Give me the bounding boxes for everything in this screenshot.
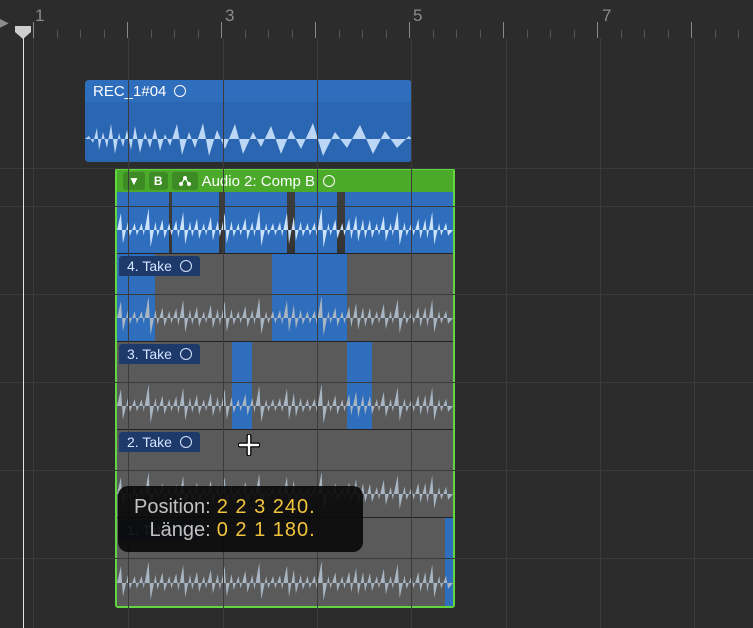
ruler-tick <box>174 30 175 38</box>
grid-line <box>411 38 412 628</box>
ruler-tick <box>339 30 340 38</box>
ruler-tick <box>80 30 81 38</box>
ruler-tick <box>409 22 410 38</box>
grid-line <box>600 38 601 628</box>
grid-line <box>506 38 507 628</box>
take-lane[interactable]: 3. Take <box>117 342 453 430</box>
ruler-tick <box>550 30 551 38</box>
waveform <box>117 562 453 604</box>
grid-line <box>0 558 753 559</box>
tooltip-length-label: Länge: <box>150 519 211 542</box>
comp-main-lane[interactable] <box>117 192 453 254</box>
take-lane[interactable]: 4. Take <box>117 254 453 342</box>
loop-off-icon <box>180 348 192 360</box>
ruler-tick <box>527 30 528 38</box>
ruler-tick <box>104 30 105 38</box>
take-label: 4. Take <box>127 258 172 274</box>
quick-swipe-icon[interactable] <box>172 172 198 190</box>
take-label: 3. Take <box>127 346 172 362</box>
ruler-tick <box>386 30 387 38</box>
grid-line <box>694 38 695 628</box>
ruler-tick <box>668 30 669 38</box>
loop-off-icon <box>174 85 186 97</box>
ruler-tick <box>198 30 199 38</box>
ruler-tick <box>57 30 58 38</box>
grid-line <box>0 470 753 471</box>
audio-region-label: REC_1#04 <box>93 83 166 100</box>
loop-off-icon <box>180 436 192 448</box>
ruler-tick <box>503 22 504 38</box>
loop-off-icon <box>180 260 192 272</box>
ruler-tick <box>268 30 269 38</box>
ruler-tick <box>480 30 481 38</box>
audio-region-header[interactable]: REC_1#04 <box>85 80 412 102</box>
ruler-tick <box>151 30 152 38</box>
ruler-tick <box>127 22 128 38</box>
ruler-number: 5 <box>413 6 422 26</box>
take-label: 2. Take <box>127 434 172 450</box>
waveform <box>85 118 412 160</box>
ruler-tick <box>644 30 645 38</box>
ruler-tick <box>221 22 222 38</box>
tooltip-position-label: Position: <box>134 496 211 519</box>
ruler-tick <box>691 22 692 38</box>
playhead-line[interactable] <box>23 38 24 628</box>
grid-line <box>0 294 753 295</box>
timeline-ruler[interactable]: ▶ 1 3 5 7 <box>0 0 753 38</box>
ruler-tick <box>738 30 739 38</box>
ruler-tick <box>456 30 457 38</box>
tooltip-length-value: 0 2 1 180. <box>217 519 347 542</box>
grid-line <box>0 168 753 169</box>
ruler-tick <box>245 30 246 38</box>
waveform <box>117 297 453 339</box>
take-folder-title: Audio 2: Comp B <box>202 173 315 190</box>
ruler-tick <box>574 30 575 38</box>
ruler-scroll-left-icon: ▶ <box>0 14 9 31</box>
ruler-number: 1 <box>35 6 44 26</box>
waveform <box>117 385 453 427</box>
ruler-tick <box>292 30 293 38</box>
ruler-tick <box>33 22 34 38</box>
waveform <box>117 209 453 251</box>
ruler-tick <box>315 22 316 38</box>
take-header[interactable]: 4. Take <box>119 256 200 276</box>
tooltip-position-value: 2 2 3 240. <box>217 496 347 519</box>
grid-line <box>0 206 753 207</box>
ruler-tick <box>597 22 598 38</box>
position-tooltip: Position: 2 2 3 240. Länge: 0 2 1 180. <box>118 486 363 552</box>
ruler-number: 3 <box>225 6 234 26</box>
audio-region-rec1[interactable]: REC_1#04 <box>85 80 412 162</box>
take-folder-header[interactable]: ▼ B Audio 2: Comp B <box>117 170 453 192</box>
ruler-tick <box>362 30 363 38</box>
comp-b-button[interactable]: B <box>149 172 168 190</box>
ruler-tick <box>621 30 622 38</box>
tracks-area[interactable]: REC_1#04 ▼ B Audio 2: Comp B 4. Take 3. T… <box>0 38 753 628</box>
loop-off-icon <box>323 175 335 187</box>
grid-line <box>0 382 753 383</box>
take-header[interactable]: 3. Take <box>119 344 200 364</box>
disclosure-button[interactable]: ▼ <box>123 172 145 190</box>
audio-region-body[interactable] <box>85 102 412 162</box>
take-header[interactable]: 2. Take <box>119 432 200 452</box>
ruler-tick <box>715 30 716 38</box>
ruler-tick <box>433 30 434 38</box>
grid-line <box>33 38 34 628</box>
ruler-number: 7 <box>602 6 611 26</box>
